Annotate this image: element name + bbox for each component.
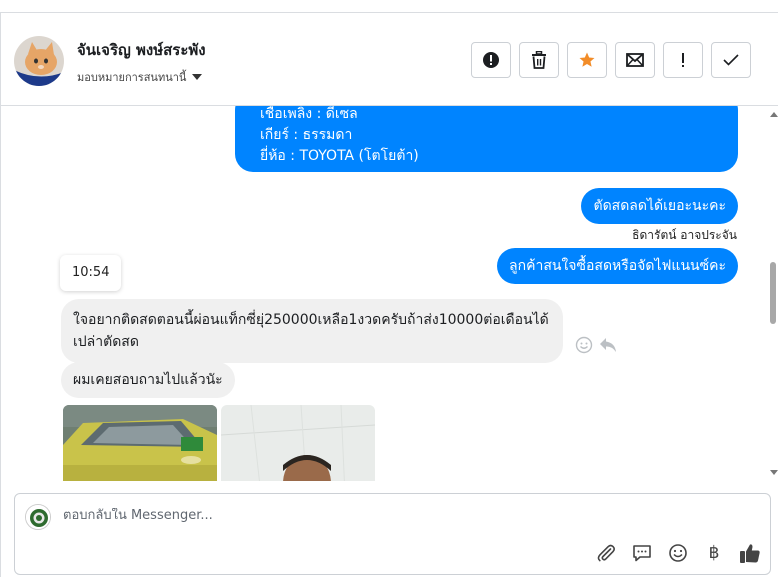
incoming-message: ผมเคยสอบถามไปแล้วนัะ: [61, 362, 235, 398]
composer-tools: ฿: [595, 542, 761, 564]
trash-icon: [532, 51, 546, 69]
assign-conversation-label: มอบหมายการสนทนานี้: [77, 71, 187, 84]
star-icon: [579, 52, 595, 67]
contact-avatar[interactable]: [14, 36, 64, 86]
speech-bubble-icon: [633, 545, 651, 562]
info-line-fuel: เชื้อเพลิง : ดีเซล: [260, 106, 358, 122]
outgoing-message: ตัดสดลดได้เยอะนะคะ: [581, 188, 738, 224]
info-line-brand: ยี่ห้อ : TOYOTA (โตโยต้า): [260, 148, 419, 164]
delete-button[interactable]: [519, 42, 559, 78]
paperclip-icon: [597, 544, 615, 562]
exclamation-circle-icon: [483, 52, 499, 68]
assign-conversation-dropdown[interactable]: มอบหมายการสนทนานี้: [77, 68, 203, 86]
envelope-icon: [626, 53, 644, 67]
baht-icon: ฿: [708, 543, 720, 563]
mark-unread-button[interactable]: [615, 42, 655, 78]
conversation-header: จันเจริญ พงษ์สระพัง มอบหมายการสนทนานี้: [1, 13, 778, 106]
done-button[interactable]: [711, 42, 751, 78]
sender-name: ธิดารัตน์ อาจประจัน: [632, 228, 737, 242]
follow-up-button[interactable]: [663, 42, 703, 78]
message-thread[interactable]: เชื้อเพลิง : ดีเซล เกียร์ : ธรรมดา ยี่ห้…: [1, 106, 768, 481]
payment-button[interactable]: ฿: [703, 542, 725, 564]
like-button[interactable]: [739, 542, 761, 564]
smiley-icon: [669, 544, 687, 562]
conversation-actions: [471, 42, 751, 78]
scroll-down-arrow-icon[interactable]: [770, 470, 778, 475]
reply-icon[interactable]: [599, 337, 617, 353]
saved-replies-button[interactable]: [631, 542, 653, 564]
outgoing-message: ลูกค้าสนใจซื้อสดหรือจัดไฟแนนซ์คะ: [497, 248, 738, 284]
scrollbar-thumb[interactable]: [770, 262, 776, 324]
emoji-button[interactable]: [667, 542, 689, 564]
vehicle-info-message: เชื้อเพลิง : ดีเซล เกียร์ : ธรรมดา ยี่ห้…: [235, 106, 738, 172]
message-timestamp: 10:54: [60, 255, 122, 291]
spam-button[interactable]: [471, 42, 511, 78]
react-smiley-icon[interactable]: [575, 336, 593, 354]
scroll-up-arrow-icon[interactable]: [770, 112, 778, 117]
caret-down-icon: [192, 74, 203, 80]
incoming-message: ใจอยากติดสดตอนนี้ผ่อนแท็กซี่ยุ่250000เหล…: [61, 299, 563, 363]
reply-composer: ฿: [14, 493, 771, 575]
attach-file-button[interactable]: [595, 542, 617, 564]
message-actions: [575, 336, 617, 354]
contact-name[interactable]: จันเจริญ พงษ์สระพัง: [77, 38, 206, 62]
photo-attachment-taxi[interactable]: [63, 405, 217, 481]
reply-input[interactable]: [63, 508, 743, 523]
thread-scrollbar[interactable]: [768, 106, 778, 481]
page-avatar: [25, 504, 51, 530]
exclamation-icon: [682, 53, 684, 67]
thumbs-up-icon: [740, 544, 760, 563]
info-line-gear: เกียร์ : ธรรมดา: [260, 127, 353, 143]
star-button[interactable]: [567, 42, 607, 78]
checkmark-icon: [723, 54, 739, 66]
photo-attachment-selfie[interactable]: [221, 405, 375, 481]
